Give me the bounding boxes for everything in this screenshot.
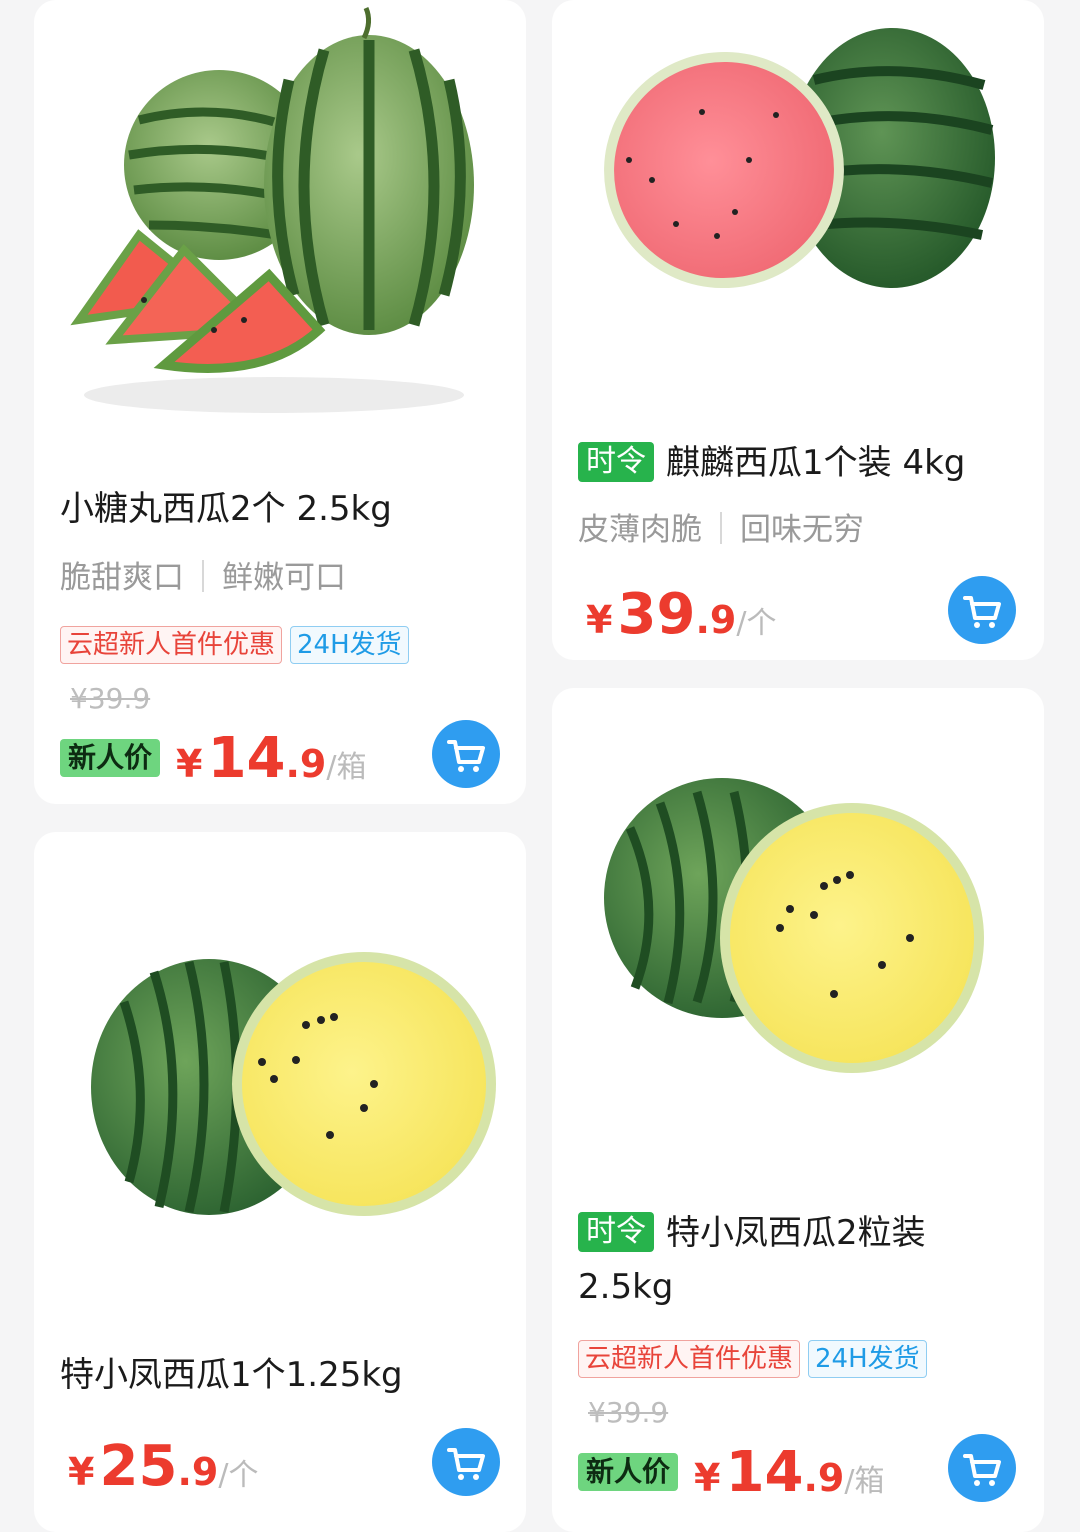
price-decimal: .9: [803, 1456, 845, 1500]
product-image[interactable]: [552, 688, 1044, 1168]
product-card[interactable]: 时令 特小凤西瓜2粒装 2.5kg 云超新人首件优惠 24H发货 ¥39.9 新人价…: [552, 688, 1044, 1532]
product-image[interactable]: [34, 832, 526, 1312]
price-decimal: .9: [695, 598, 737, 642]
price-row: 新人价 ¥ 14.9/箱: [578, 1440, 885, 1505]
add-to-cart-button[interactable]: [432, 720, 500, 788]
product-title[interactable]: 时令 特小凤西瓜2粒装 2.5kg: [578, 1206, 1024, 1314]
add-to-cart-button[interactable]: [432, 1428, 500, 1496]
original-price: ¥39.9: [70, 682, 151, 715]
original-price: ¥39.9: [588, 1396, 669, 1429]
price-integer: 39: [617, 582, 696, 647]
feature-text: 皮薄肉脆: [578, 512, 702, 548]
currency-symbol: ¥: [68, 1450, 95, 1494]
product-title[interactable]: 时令 麒麟西瓜1个装 4kg: [578, 436, 1024, 490]
newcomer-price-badge: 新人价: [60, 739, 161, 777]
price-decimal: .9: [177, 1450, 219, 1494]
price-integer: 14: [725, 1440, 804, 1505]
currency-symbol: ¥: [694, 1456, 721, 1500]
price-unit: /箱: [326, 750, 367, 785]
newcomer-discount-tag: 云超新人首件优惠: [578, 1340, 801, 1378]
shopping-cart-icon: [963, 596, 1001, 628]
product-card[interactable]: 时令 麒麟西瓜1个装 4kg 皮薄肉脆 回味无穷 ¥ 39.9/个: [552, 0, 1044, 660]
product-features: 脆甜爽口 鲜嫩可口: [60, 552, 346, 597]
season-badge: 时令: [578, 1212, 654, 1252]
price-row: ¥ 25.9/个: [68, 1434, 258, 1499]
feature-text: 回味无穷: [740, 512, 864, 548]
promo-tags: 云超新人首件优惠 24H发货: [578, 1340, 935, 1378]
price-row: ¥ 39.9/个: [586, 582, 776, 647]
currency-symbol: ¥: [176, 742, 203, 786]
shopping-cart-icon: [447, 740, 485, 772]
price-integer: 14: [207, 726, 286, 791]
add-to-cart-button[interactable]: [948, 1434, 1016, 1502]
feature-text: 脆甜爽口: [60, 560, 184, 596]
shipping-tag: 24H发货: [808, 1340, 927, 1378]
newcomer-discount-tag: 云超新人首件优惠: [60, 626, 283, 664]
shipping-tag: 24H发货: [290, 626, 409, 664]
price-unit: /个: [218, 1458, 259, 1493]
price-integer: 25: [99, 1434, 178, 1499]
product-features: 皮薄肉脆 回味无穷: [578, 504, 864, 549]
product-card[interactable]: 特小凤西瓜1个1.25kg ¥ 25.9/个: [34, 832, 526, 1532]
product-title[interactable]: 小糖丸西瓜2个 2.5kg: [60, 482, 506, 536]
promo-tags: 云超新人首件优惠 24H发货: [60, 626, 417, 664]
season-badge: 时令: [578, 442, 654, 482]
add-to-cart-button[interactable]: [948, 576, 1016, 644]
price-row: 新人价 ¥ 14.9/箱: [60, 726, 367, 791]
newcomer-price-badge: 新人价: [578, 1453, 679, 1491]
currency-symbol: ¥: [586, 598, 613, 642]
feature-text: 鲜嫩可口: [222, 560, 346, 596]
shopping-cart-icon: [963, 1454, 1001, 1486]
price-unit: /个: [736, 606, 777, 641]
price-unit: /箱: [844, 1464, 885, 1499]
product-image[interactable]: [552, 0, 1044, 420]
product-card[interactable]: 小糖丸西瓜2个 2.5kg 脆甜爽口 鲜嫩可口 云超新人首件优惠 24H发货 ¥39…: [34, 0, 526, 804]
shopping-cart-icon: [447, 1448, 485, 1480]
product-image[interactable]: [34, 0, 526, 430]
divider: [720, 512, 722, 544]
price-decimal: .9: [285, 742, 327, 786]
divider: [202, 560, 204, 592]
product-title-text: 麒麟西瓜1个装 4kg: [666, 443, 966, 483]
product-title[interactable]: 特小凤西瓜1个1.25kg: [60, 1348, 506, 1402]
